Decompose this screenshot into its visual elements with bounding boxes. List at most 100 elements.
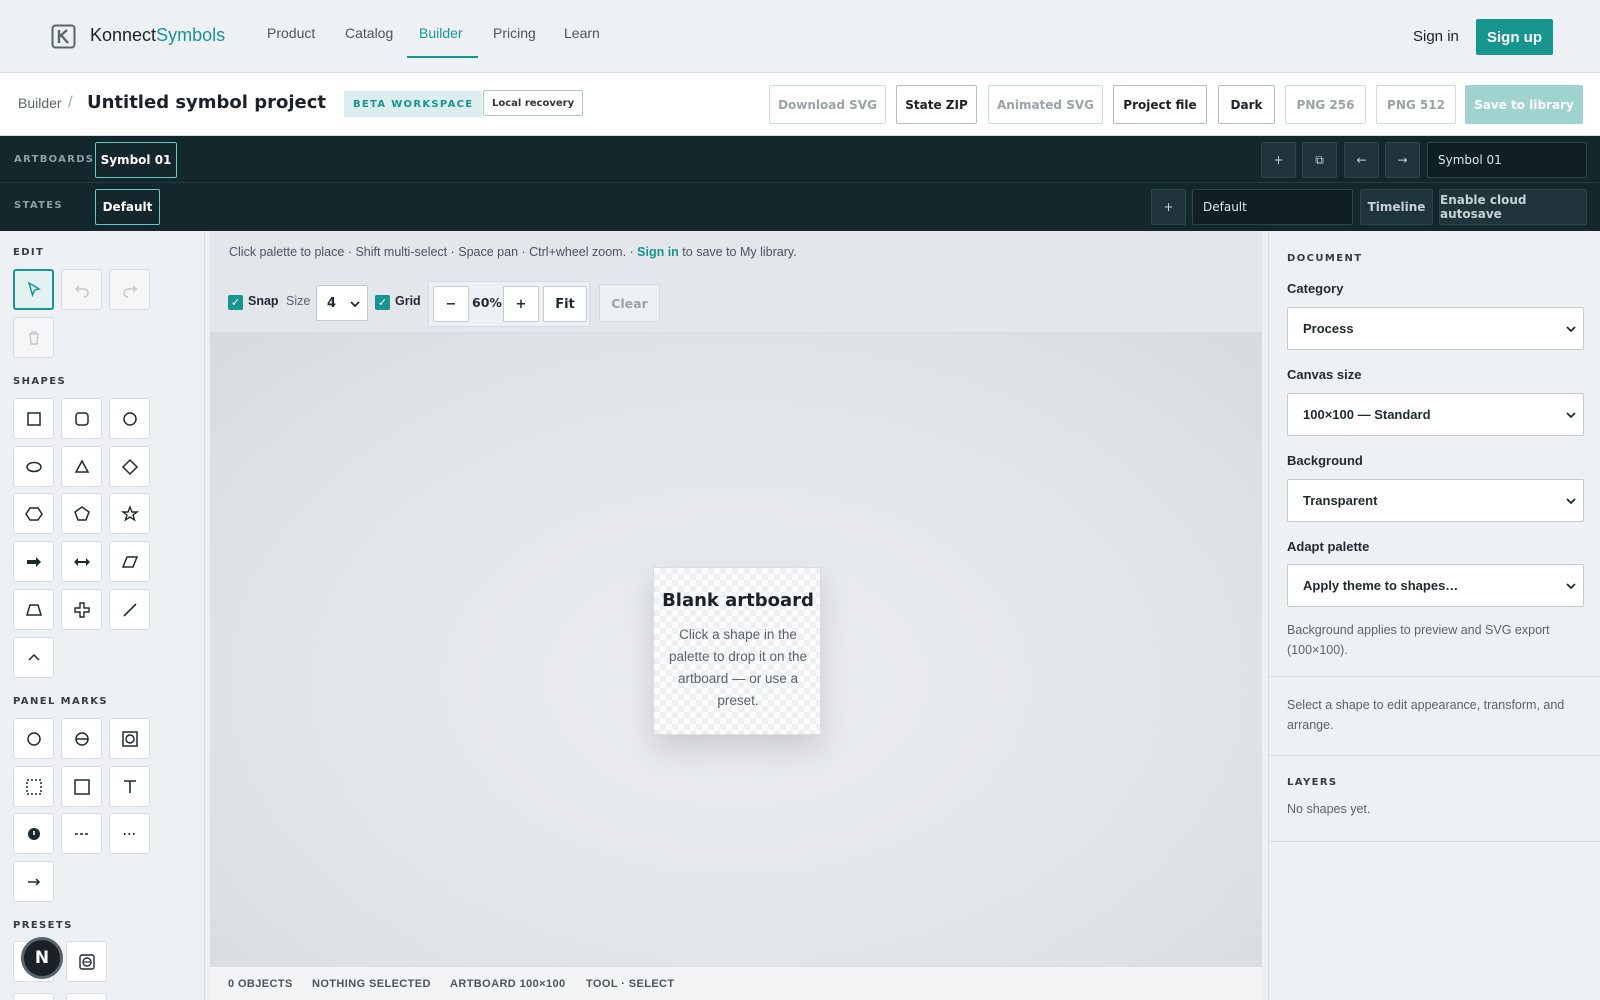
clear-button[interactable]: Clear [599, 284, 660, 322]
select-tool-button[interactable] [13, 269, 54, 310]
shape-circle-button[interactable] [109, 398, 150, 439]
artboard-empty-text: Click a shape in the palette to drop it … [668, 627, 808, 708]
zoom-level: 60% [472, 295, 502, 310]
mark-ring-button[interactable] [13, 718, 54, 759]
duplicate-artboard-button[interactable]: ⧉ [1302, 142, 1337, 178]
shape-rounded-rect-button[interactable] [61, 398, 102, 439]
mark-text-button[interactable] [109, 766, 150, 807]
shape-arrow-button[interactable] [13, 541, 54, 582]
shape-trapezoid-button[interactable] [13, 589, 54, 630]
signup-button[interactable]: Sign up [1476, 19, 1553, 55]
nav-pricing[interactable]: Pricing [493, 25, 536, 41]
artboard-empty-title: Blank artboard [662, 590, 814, 611]
nav-builder[interactable]: Builder [419, 25, 463, 41]
add-artboard-button[interactable]: + [1261, 142, 1296, 178]
state-name-input[interactable]: Default [1192, 189, 1353, 225]
dashed-line-icon [74, 832, 89, 835]
png-512-button[interactable]: PNG 512 [1376, 85, 1456, 124]
ellipse-icon [25, 461, 42, 472]
connector-arrow-icon [27, 877, 40, 886]
png-256-button[interactable]: PNG 256 [1285, 85, 1366, 124]
signin-link[interactable]: Sign in [1413, 28, 1459, 45]
mark-dashed-box-button[interactable] [13, 766, 54, 807]
canvas-stage[interactable]: Blank artboard Click a shape in the pale… [210, 333, 1262, 966]
project-file-button[interactable]: Project file [1113, 85, 1207, 124]
mark-alert-dot-button[interactable] [13, 813, 54, 854]
shape-star-button[interactable] [109, 493, 150, 534]
grid-checkbox[interactable]: ✓ [375, 295, 390, 310]
background-select[interactable]: Transparent [1287, 479, 1584, 522]
chevron-down-icon [1566, 326, 1576, 333]
animated-svg-button[interactable]: Animated SVG [988, 85, 1103, 124]
move-artboard-left-button[interactable]: ← [1344, 142, 1379, 178]
state-zip-button[interactable]: State ZIP [896, 85, 977, 124]
state-tab-default[interactable]: Default [95, 189, 160, 225]
user-avatar[interactable]: N [21, 937, 63, 979]
download-svg-button[interactable]: Download SVG [769, 85, 886, 124]
konnect-logo-icon[interactable] [51, 24, 76, 49]
redo-button[interactable] [109, 269, 150, 310]
shape-double-arrow-button[interactable] [61, 541, 102, 582]
shape-line-button[interactable] [109, 589, 150, 630]
snap-checkbox[interactable]: ✓ [228, 295, 243, 310]
canvas-size-value: 100×100 — Standard [1303, 407, 1431, 422]
adapt-palette-select[interactable]: Apply theme to shapes… [1287, 564, 1584, 607]
shape-diamond-button[interactable] [109, 446, 150, 487]
status-selection: NOTHING SELECTED [312, 978, 431, 990]
canvas-size-label: Canvas size [1287, 367, 1362, 382]
hint-signin-link[interactable]: Sign in [637, 245, 679, 259]
arrow-right-icon: → [1397, 153, 1408, 167]
undo-button[interactable] [61, 269, 102, 310]
zoom-in-button[interactable]: + [503, 286, 539, 322]
shape-cross-button[interactable] [61, 589, 102, 630]
brand-name[interactable]: KonnectSymbols [90, 25, 225, 46]
nav-product[interactable]: Product [267, 25, 315, 41]
preset-4-button[interactable] [66, 993, 107, 1000]
zoom-out-button[interactable]: − [433, 286, 469, 322]
shape-chevron-button[interactable] [13, 637, 54, 678]
shape-pentagon-button[interactable] [61, 493, 102, 534]
mark-connector-arrow-button[interactable] [13, 861, 54, 902]
preset-frame-icon [78, 953, 95, 970]
square-circle-icon [121, 730, 138, 747]
size-label: Size [286, 294, 311, 308]
mark-circle-line-button[interactable] [61, 718, 102, 759]
enable-cloud-autosave-button[interactable]: Enable cloud autosave [1439, 189, 1587, 225]
mark-dotted-line-button[interactable] [109, 813, 150, 854]
category-select[interactable]: Process [1287, 307, 1584, 350]
alert-dot-icon [27, 827, 40, 840]
canvas-hint: Click palette to place · Shift multi-sel… [229, 245, 797, 259]
fit-button[interactable]: Fit [543, 286, 587, 322]
grid-size-select[interactable]: 4 [316, 285, 368, 321]
arrow-right-icon [26, 556, 41, 567]
preset-2-button[interactable] [66, 941, 107, 982]
box-icon [73, 778, 90, 795]
artboard[interactable]: Blank artboard Click a shape in the pale… [653, 567, 821, 735]
shape-rectangle-button[interactable] [13, 398, 54, 439]
mark-box-button[interactable] [61, 766, 102, 807]
shape-ellipse-button[interactable] [13, 446, 54, 487]
status-artboard: ARTBOARD 100×100 [450, 978, 566, 990]
dark-button[interactable]: Dark [1218, 85, 1275, 124]
breadcrumb-builder[interactable]: Builder [18, 95, 62, 111]
canvas-controls: ✓ Snap Size 4 ✓ Grid − 60% + Fit Clear [210, 273, 1262, 333]
project-title[interactable]: Untitled symbol project [87, 92, 326, 113]
mark-dashed-line-button[interactable] [61, 813, 102, 854]
nav-catalog[interactable]: Catalog [345, 25, 393, 41]
nav-learn[interactable]: Learn [564, 25, 600, 41]
mark-square-circle-button[interactable] [109, 718, 150, 759]
shape-triangle-button[interactable] [61, 446, 102, 487]
canvas-size-select[interactable]: 100×100 — Standard [1287, 393, 1584, 436]
artboard-tab-symbol-01[interactable]: Symbol 01 [95, 142, 177, 178]
artboard-name-input[interactable]: Symbol 01 [1427, 142, 1587, 178]
delete-button[interactable] [13, 317, 54, 358]
preset-3-button[interactable] [13, 993, 54, 1000]
add-state-button[interactable]: + [1151, 189, 1186, 225]
timeline-button[interactable]: Timeline [1360, 189, 1433, 225]
shape-parallelogram-button[interactable] [109, 541, 150, 582]
trash-icon [28, 330, 39, 345]
shape-hexagon-button[interactable] [13, 493, 54, 534]
artboards-bar: ARTBOARDS Symbol 01 + ⧉ ← → Symbol 01 [0, 136, 1600, 183]
save-to-library-button[interactable]: Save to library [1465, 85, 1583, 124]
move-artboard-right-button[interactable]: → [1385, 142, 1420, 178]
